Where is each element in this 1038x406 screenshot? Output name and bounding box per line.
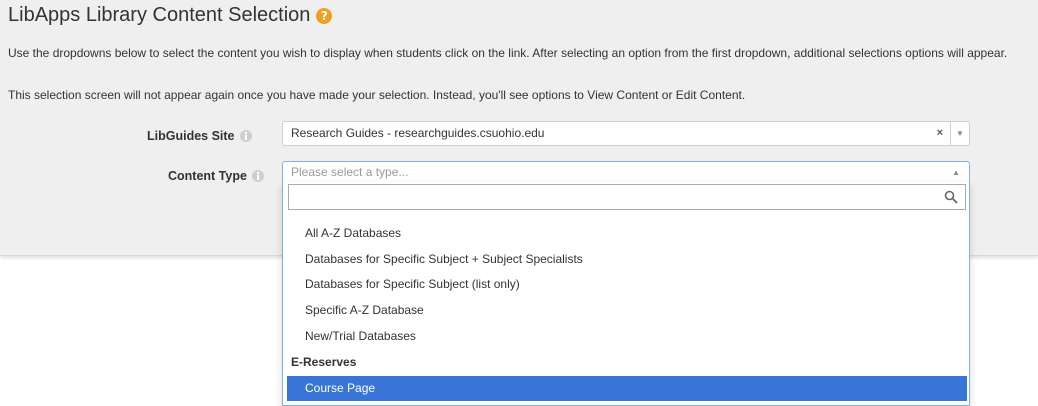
libguides-site-value: Research Guides - researchguides.csuohio… [291,126,545,140]
intro-text-1: Use the dropdowns below to select the co… [8,46,1008,60]
chevron-down-icon[interactable]: ▼ [950,122,969,145]
option-specific-az-database[interactable]: Specific A-Z Database [287,298,967,323]
option-all-az-databases[interactable]: All A-Z Databases [287,221,967,246]
option-databases-subject-specialists[interactable]: Databases for Specific Subject + Subject… [287,247,967,272]
option-course-page[interactable]: Course Page [287,376,967,401]
libguides-site-select[interactable]: Research Guides - researchguides.csuohio… [282,121,970,146]
content-type-label: Content Type [168,169,264,183]
search-icon [944,190,958,204]
info-icon[interactable] [251,170,264,182]
dropdown-search [288,184,966,210]
content-type-dropdown: All A-Z Databases Databases for Specific… [282,182,970,406]
libguides-site-label: LibGuides Site [147,129,252,143]
option-new-trial-databases[interactable]: New/Trial Databases [287,324,967,349]
page-title: LibApps Library Content Selection ? [8,4,333,27]
page-title-text: LibApps Library Content Selection [8,4,311,26]
info-icon[interactable] [239,130,252,142]
option-databases-subject-list[interactable]: Databases for Specific Subject (list onl… [287,272,967,297]
dropdown-search-input[interactable] [289,185,929,209]
libguides-site-label-text: LibGuides Site [147,129,235,143]
option-group-e-reserves: E-Reserves [291,355,357,369]
clear-selection-icon[interactable]: × [937,122,943,145]
content-type-placeholder: Please select a type... [291,165,409,179]
content-type-select[interactable]: Please select a type... ▲ [282,161,970,183]
help-icon[interactable]: ? [316,7,333,24]
intro-text-2: This selection screen will not appear ag… [8,88,746,102]
content-type-label-text: Content Type [168,169,247,183]
chevron-up-icon[interactable]: ▲ [952,162,960,183]
